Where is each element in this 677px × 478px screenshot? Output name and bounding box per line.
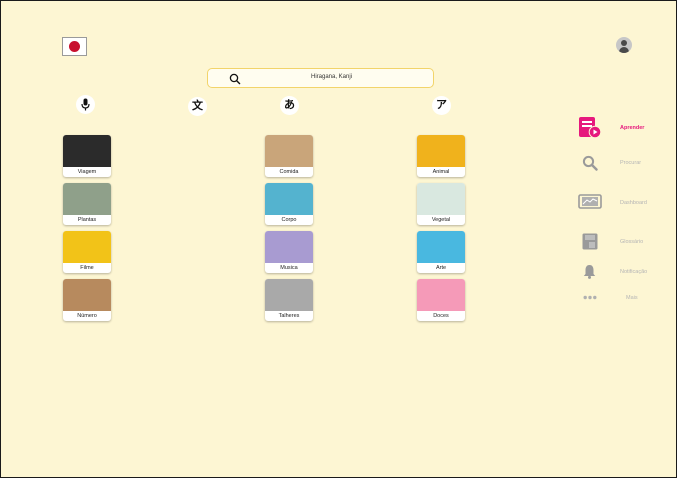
- book-play-icon[interactable]: [578, 117, 602, 139]
- category-image: [63, 183, 111, 215]
- category-label: Vegetal: [431, 217, 451, 223]
- nav-item-notificacao[interactable]: Notificação: [620, 269, 647, 275]
- category-label: Comida: [279, 169, 299, 175]
- category-card-arte[interactable]: Arte: [417, 231, 465, 273]
- category-image: [265, 183, 313, 215]
- category-image: [63, 279, 111, 311]
- category-image: [265, 279, 313, 311]
- category-image: [63, 135, 111, 167]
- category-image: [63, 231, 111, 263]
- category-card-vegetal[interactable]: Vegetal: [417, 183, 465, 225]
- category-label: Musica: [280, 265, 298, 271]
- japan-flag-icon[interactable]: [62, 37, 87, 56]
- category-label: Viagem: [77, 169, 97, 175]
- category-card-filme[interactable]: Filme: [63, 231, 111, 273]
- nav-item-glossario[interactable]: Glossário: [620, 239, 643, 245]
- category-label: Arte: [435, 265, 447, 271]
- katakana-icon[interactable]: ア: [432, 96, 451, 115]
- category-label: Doces: [433, 313, 449, 319]
- nav-item-mais[interactable]: Mais: [626, 295, 638, 301]
- category-label: Animal: [432, 169, 450, 175]
- category-card-numero[interactable]: Número: [63, 279, 111, 321]
- glossary-icon[interactable]: [582, 233, 598, 250]
- nav-item-aprender[interactable]: Aprender: [620, 125, 644, 131]
- category-image: [417, 279, 465, 311]
- nav-item-procurar[interactable]: Procurar: [620, 160, 641, 166]
- category-label: Corpo: [281, 217, 297, 223]
- category-card-animal[interactable]: Animal: [417, 135, 465, 177]
- search-input[interactable]: Hiragana, Kanji: [208, 74, 433, 80]
- category-card-talheres[interactable]: Talheres: [265, 279, 313, 321]
- category-card-plantas[interactable]: Plantas: [63, 183, 111, 225]
- category-label: Plantas: [77, 217, 97, 223]
- category-image: [417, 231, 465, 263]
- microphone-icon[interactable]: [76, 95, 95, 114]
- kanji-icon[interactable]: 文: [188, 97, 207, 116]
- category-card-viagem[interactable]: Viagem: [63, 135, 111, 177]
- category-image: [265, 135, 313, 167]
- category-label: Talheres: [278, 313, 300, 319]
- search-icon[interactable]: [582, 155, 598, 171]
- category-card-doces[interactable]: Doces: [417, 279, 465, 321]
- category-label: Filme: [80, 265, 94, 271]
- nav-item-dashboard[interactable]: Dashboard: [620, 200, 647, 206]
- category-card-comida[interactable]: Comida: [265, 135, 313, 177]
- category-image: [417, 135, 465, 167]
- category-card-corpo[interactable]: Corpo: [265, 183, 313, 225]
- category-label: Número: [77, 313, 97, 319]
- more-icon[interactable]: [583, 295, 597, 300]
- hiragana-icon[interactable]: あ: [280, 96, 299, 115]
- bell-icon[interactable]: [583, 264, 596, 279]
- category-image: [265, 231, 313, 263]
- user-icon[interactable]: [616, 37, 632, 53]
- category-card-musica[interactable]: Musica: [265, 231, 313, 273]
- chart-monitor-icon[interactable]: [578, 194, 602, 209]
- search-bar[interactable]: Hiragana, Kanji: [207, 68, 434, 88]
- category-image: [417, 183, 465, 215]
